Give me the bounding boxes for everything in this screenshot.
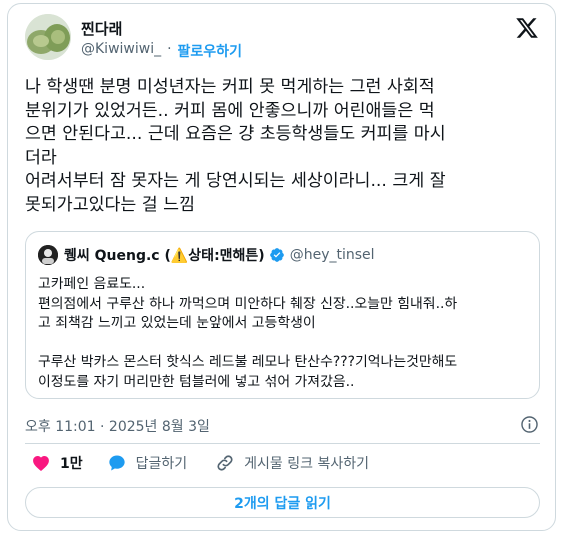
link-icon <box>217 455 233 471</box>
action-bar: 1만 답글하기 게시물 링크 복사하기 <box>25 453 369 473</box>
tweet-line: 더라 <box>25 147 57 168</box>
author-handle-row: @Kiwiwiwi_ · 팔로우하기 <box>81 41 242 61</box>
avatar-image <box>25 14 71 60</box>
read-replies-button[interactable]: 2개의 답글 읽기 <box>25 487 540 518</box>
divider <box>25 443 540 444</box>
tweet-line: 분위기가 있었거든.. 커피 몸에 안좋으니까 어린애들은 먹 <box>25 100 435 121</box>
quoted-tweet[interactable]: 퀭씨 Queng.c (⚠️상태:맨해튼) @hey_tinsel 고카페인 음… <box>25 231 540 399</box>
tweet-line: 못되가고있다는 걸 느낌 <box>25 194 195 215</box>
quoted-line: 구루산 박카스 몬스터 핫식스 레드불 레모나 탄산수???기억나는것만해도 <box>38 354 458 371</box>
handle-separator: · <box>167 41 172 57</box>
quoted-line <box>38 334 533 354</box>
speech-bubble-icon <box>108 455 125 471</box>
quoted-display-name[interactable]: 퀭씨 Queng.c (⚠️상태:맨해튼) <box>64 245 265 265</box>
tweet-line: 으면 안된다고... 근데 요즘은 걍 초등학생들도 커피를 마시 <box>25 124 446 144</box>
heart-icon <box>33 456 49 471</box>
copy-link-button[interactable]: 게시물 링크 복사하기 <box>215 453 369 473</box>
quoted-tweet-header: 퀭씨 Queng.c (⚠️상태:맨해튼) @hey_tinsel <box>38 245 375 265</box>
tweet-text: 나 학생땐 분명 미성년자는 커피 못 먹게하는 그런 사회적 분위기가 있었거… <box>25 76 545 217</box>
tweet-card: 찐다래 @Kiwiwiwi_ · 팔로우하기 나 학생땐 분명 미성년자는 커피… <box>7 3 556 531</box>
quoted-line: 편의점에서 구루산 하나 까먹으며 미안하다 췌장 신장..오늘만 힘내줘..하 <box>38 295 458 312</box>
quoted-avatar[interactable] <box>38 245 58 265</box>
follow-button[interactable]: 팔로우하기 <box>178 41 242 61</box>
info-icon[interactable] <box>520 415 539 434</box>
like-button[interactable]: 1만 <box>31 453 83 473</box>
author-handle[interactable]: @Kiwiwiwi_ <box>81 41 161 61</box>
quoted-line: 고 죄책감 느끼고 있었는데 눈앞에서 고등학생이 <box>38 315 316 332</box>
author-display-name[interactable]: 찐다래 <box>81 18 122 39</box>
quoted-line: 이정도를 자기 머리만한 텀블러에 넣고 섞어 가져갔음.. <box>38 373 355 390</box>
quoted-handle[interactable]: @hey_tinsel <box>290 247 375 263</box>
tweet-line: 나 학생땐 분명 미성년자는 커피 못 먹게하는 그런 사회적 <box>25 77 435 97</box>
tweet-timestamp[interactable]: 오후 11:01 · 2025년 8월 3일 <box>25 416 210 436</box>
avatar[interactable] <box>25 14 71 60</box>
quoted-tweet-text: 고카페인 음료도... 편의점에서 구루산 하나 까먹으며 미안하다 췌장 신장… <box>38 275 533 393</box>
reply-label: 답글하기 <box>135 456 188 472</box>
quoted-line: 고카페인 음료도... <box>38 276 146 292</box>
verified-badge-icon <box>269 248 284 262</box>
like-count: 1만 <box>60 456 83 472</box>
reply-button[interactable]: 답글하기 <box>107 453 188 473</box>
tweet-line: 어려서부터 잠 못자는 게 당연시되는 세상이라니... 크게 잘 <box>25 171 446 191</box>
quoted-avatar-image <box>38 245 58 265</box>
x-logo-icon[interactable] <box>515 16 539 40</box>
copy-link-label: 게시물 링크 복사하기 <box>244 456 369 472</box>
